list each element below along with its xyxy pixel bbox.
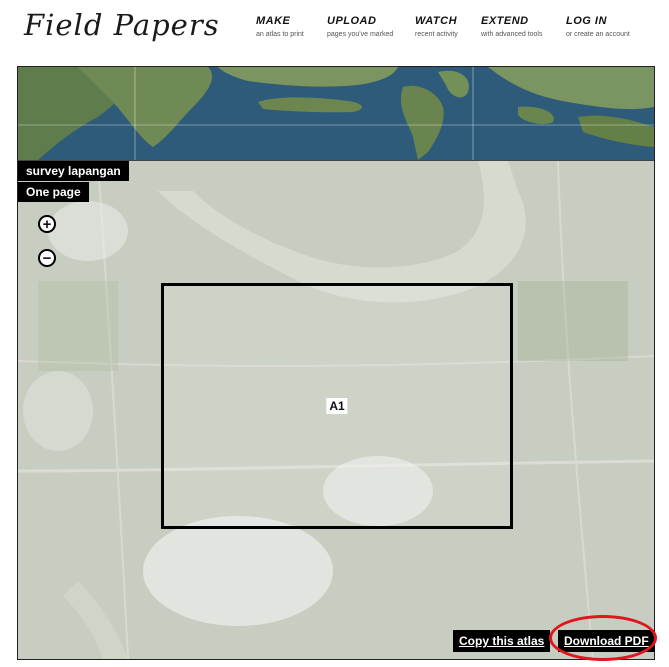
nav-make[interactable]: MAKE an atlas to print <box>256 15 304 38</box>
copy-atlas-button[interactable]: Copy this atlas <box>453 630 551 652</box>
zoom-out-button[interactable]: − <box>38 249 56 267</box>
nav-extend[interactable]: EXTEND with advanced tools <box>481 15 542 38</box>
nav-upload-title: UPLOAD <box>327 15 377 27</box>
nav-login-title: LOG IN <box>566 15 607 27</box>
nav-login[interactable]: LOG IN or create an account <box>566 15 630 38</box>
nav-upload-subtitle: pages you've marked <box>327 31 394 38</box>
atlas-map[interactable]: survey lapangan One page + − A1 <box>17 66 655 660</box>
overview-map <box>18 67 654 161</box>
zoom-in-button[interactable]: + <box>38 215 56 233</box>
nav-make-title: MAKE <box>256 15 291 27</box>
atlas-title: survey lapangan <box>18 161 129 181</box>
nav-login-subtitle: or create an account <box>566 31 630 38</box>
main-nav: MAKE an atlas to print UPLOAD pages you'… <box>0 15 669 45</box>
page-count: One page <box>18 182 89 202</box>
nav-extend-subtitle: with advanced tools <box>481 31 543 38</box>
nav-watch-title: WATCH <box>415 15 458 27</box>
page-label: A1 <box>326 398 348 414</box>
minus-icon: − <box>42 249 52 267</box>
nav-extend-title: EXTEND <box>481 15 529 27</box>
site-header: Field Papers MAKE an atlas to print UPLO… <box>0 0 669 66</box>
nav-watch-subtitle: recent activity <box>415 31 458 38</box>
nav-make-subtitle: an atlas to print <box>256 31 304 38</box>
atlas-page-a1[interactable]: A1 <box>161 283 513 529</box>
download-pdf-button[interactable]: Download PDF <box>558 630 655 652</box>
plus-icon: + <box>42 215 52 233</box>
nav-watch[interactable]: WATCH recent activity <box>415 15 458 38</box>
nav-upload[interactable]: UPLOAD pages you've marked <box>327 15 393 38</box>
